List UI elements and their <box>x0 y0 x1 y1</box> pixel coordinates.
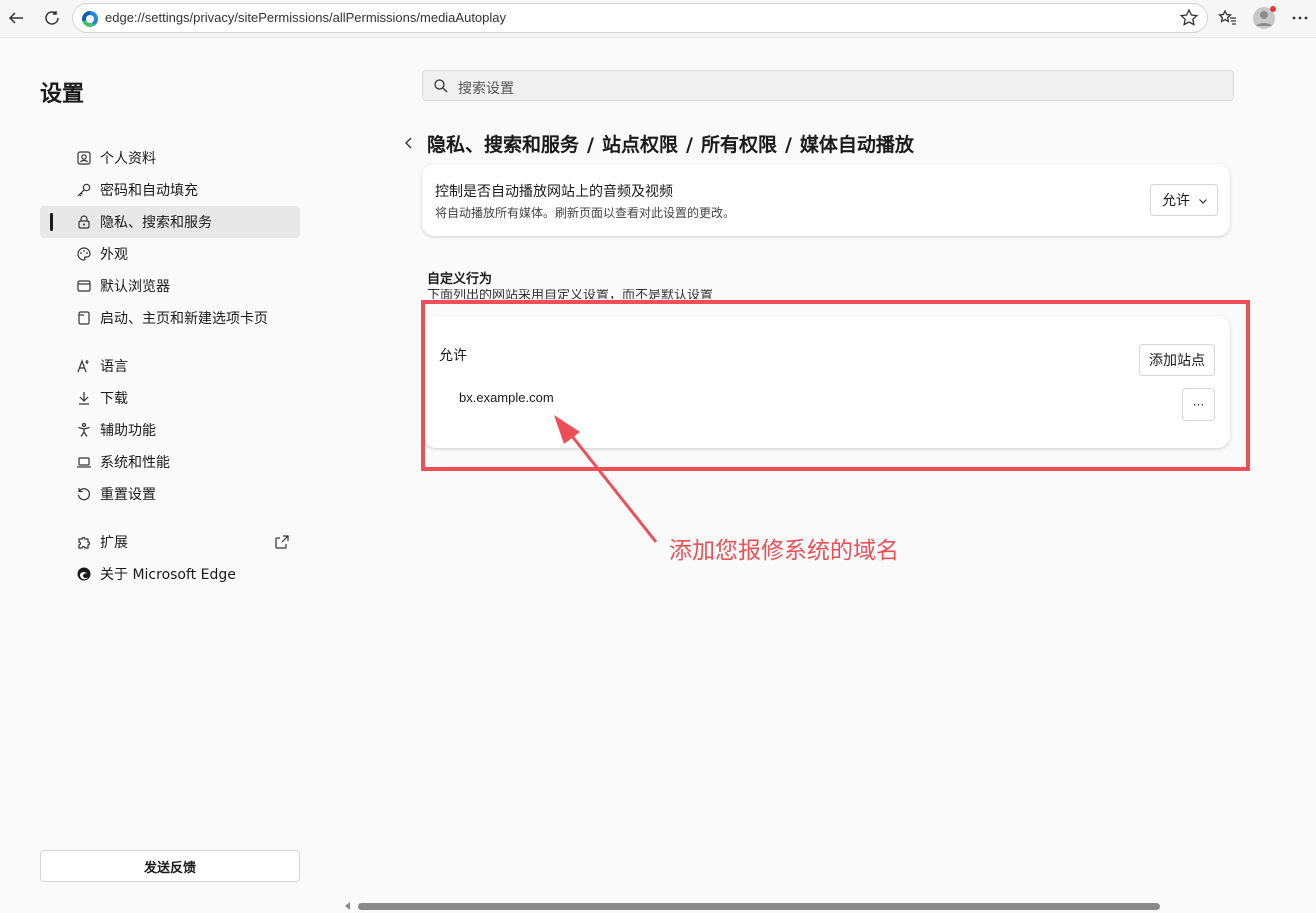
edge-icon <box>77 567 91 581</box>
favorite-star-icon[interactable] <box>1179 8 1199 28</box>
external-link-icon <box>275 535 289 549</box>
scroll-left-arrow-icon[interactable] <box>345 902 350 910</box>
more-menu-icon[interactable] <box>1286 4 1314 32</box>
profile-icon <box>77 151 91 165</box>
sidebar-item-accessibility[interactable]: 辅助功能 <box>40 414 300 446</box>
back-chevron-icon[interactable] <box>402 136 416 150</box>
puzzle-icon <box>78 536 91 549</box>
edge-logo-icon <box>82 11 98 27</box>
download-icon <box>79 392 89 405</box>
breadcrumb-privacy[interactable]: 隐私、搜索和服务 <box>427 134 579 156</box>
sidebar-item-label: 下载 <box>100 391 128 407</box>
sidebar-item-label: 启动、主页和新建选项卡页 <box>100 311 268 327</box>
sidebar-item-downloads[interactable]: 下载 <box>40 382 300 414</box>
tab-icon <box>78 311 90 325</box>
autoplay-setting-description: 将自动播放所有媒体。刷新页面以查看对此设置的更改。 <box>435 206 736 220</box>
autoplay-select[interactable]: 允许 <box>1150 184 1218 216</box>
annotation-arrow <box>554 415 658 543</box>
sidebar-item-label: 外观 <box>100 247 128 263</box>
accessibility-icon <box>78 422 90 437</box>
favorites-icon[interactable] <box>1214 4 1242 32</box>
url-text[interactable]: edge://settings/privacy/sitePermissions/… <box>105 10 506 25</box>
palette-icon <box>77 247 91 261</box>
language-icon <box>77 359 89 373</box>
custom-behavior-description: 下面列出的网站采用自定义设置，而不是默认设置 <box>427 289 714 299</box>
sidebar-item-privacy[interactable]: 隐私、搜索和服务 <box>40 206 300 238</box>
autoplay-setting-title: 控制是否自动播放网站上的音频及视频 <box>435 184 673 200</box>
address-bar[interactable]: edge://settings/privacy/sitePermissions/… <box>72 3 1208 33</box>
sidebar-item-default-browser[interactable]: 默认浏览器 <box>40 270 300 302</box>
sidebar-item-label: 扩展 <box>100 535 128 551</box>
lock-icon <box>78 215 90 229</box>
sidebar-item-about[interactable]: 关于 Microsoft Edge <box>40 558 300 590</box>
sidebar-item-reset[interactable]: 重置设置 <box>40 478 300 510</box>
reset-icon <box>77 488 91 501</box>
sidebar-item-appearance[interactable]: 外观 <box>40 238 300 270</box>
back-arrow-icon[interactable] <box>2 4 30 32</box>
annotation-text: 添加您报修系统的域名 <box>669 538 899 564</box>
browser-icon <box>77 280 91 292</box>
settings-page: 设置 个人资料 密码和自动填充 隐私、搜索和服务 外观 默认浏览器 启动、主页和… <box>0 37 1316 913</box>
sidebar-item-label: 密码和自动填充 <box>100 183 198 199</box>
sidebar-item-passwords[interactable]: 密码和自动填充 <box>40 174 300 206</box>
scrollbar-thumb[interactable] <box>358 903 1160 910</box>
sidebar-item-label: 辅助功能 <box>100 423 156 439</box>
browser-toolbar: edge://settings/privacy/sitePermissions/… <box>0 0 1316 36</box>
custom-behavior-heading: 自定义行为 <box>427 272 493 287</box>
autoplay-setting-card: 控制是否自动播放网站上的音频及视频 将自动播放所有媒体。刷新页面以查看对此设置的… <box>422 164 1230 236</box>
breadcrumb-all-permissions[interactable]: 所有权限 <box>701 134 777 156</box>
search-icon <box>434 79 448 93</box>
search-input[interactable]: 搜索设置 <box>422 70 1234 101</box>
sidebar-item-label: 关于 Microsoft Edge <box>100 567 236 583</box>
search-placeholder: 搜索设置 <box>458 81 514 97</box>
chevron-down-icon <box>1199 199 1207 204</box>
sidebar-item-label: 重置设置 <box>100 487 156 503</box>
breadcrumb-site-permissions[interactable]: 站点权限 <box>602 134 678 156</box>
send-feedback-button[interactable]: 发送反馈 <box>40 850 300 882</box>
sidebar-item-profile[interactable]: 个人资料 <box>40 142 300 174</box>
sidebar-item-label: 系统和性能 <box>100 455 170 471</box>
sidebar-item-label: 默认浏览器 <box>100 279 170 295</box>
autoplay-select-value: 允许 <box>1162 193 1190 209</box>
key-icon <box>77 183 91 197</box>
sidebar-item-languages[interactable]: 语言 <box>40 350 300 382</box>
sidebar-item-extensions[interactable]: 扩展 <box>40 526 300 558</box>
horizontal-scrollbar[interactable] <box>342 899 1316 913</box>
breadcrumb-current-page: 媒体自动播放 <box>799 134 914 156</box>
sidebar-item-startup[interactable]: 启动、主页和新建选项卡页 <box>40 302 300 334</box>
sidebar-item-label: 隐私、搜索和服务 <box>100 215 212 231</box>
sidebar-item-label: 语言 <box>100 359 128 375</box>
sidebar-item-system[interactable]: 系统和性能 <box>40 446 300 478</box>
settings-title: 设置 <box>40 82 85 107</box>
breadcrumb: 隐私、搜索和服务 / 站点权限 / 所有权限 / 媒体自动播放 <box>427 134 914 156</box>
profile-avatar[interactable] <box>1250 4 1278 32</box>
laptop-icon <box>77 457 91 468</box>
sidebar-item-label: 个人资料 <box>100 151 156 167</box>
refresh-icon[interactable] <box>38 4 66 32</box>
settings-nav: 个人资料 密码和自动填充 隐私、搜索和服务 外观 默认浏览器 启动、主页和新建选… <box>40 142 300 590</box>
